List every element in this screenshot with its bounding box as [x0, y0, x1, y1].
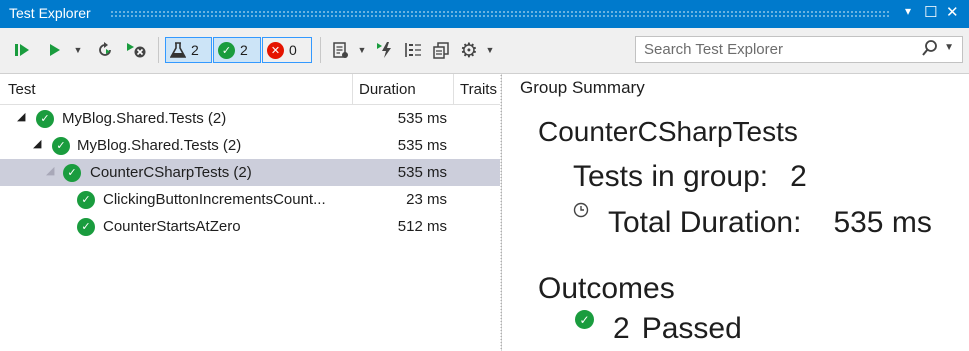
- run-icon: [50, 44, 60, 56]
- passed-icon: ✓: [52, 136, 70, 155]
- group-name: CounterCSharpTests: [538, 116, 798, 147]
- run-dropdown[interactable]: ▼: [72, 38, 84, 62]
- passed-icon: ✓: [36, 109, 54, 128]
- passed-outcome[interactable]: 2 Passed: [613, 312, 742, 346]
- run-all-icon: [15, 44, 29, 56]
- summary-header: Group Summary: [520, 78, 645, 97]
- playlist-button[interactable]: [330, 38, 352, 62]
- total-duration: Total Duration: 535 ms: [608, 206, 932, 240]
- run-tests-after-build-icon: [377, 42, 391, 58]
- chevron-down-icon: ▼: [357, 45, 367, 55]
- tree-row[interactable]: ✓ CounterStartsAtZero 512 ms: [0, 213, 500, 240]
- chevron-down-icon: ▼: [73, 45, 83, 55]
- filter-passed-button[interactable]: ✓ 2: [213, 37, 261, 63]
- expand-triangle-icon[interactable]: ◢: [33, 137, 41, 150]
- passed-icon: ✓: [575, 310, 594, 329]
- maximize-button[interactable]: ☐: [924, 3, 937, 21]
- column-header-test[interactable]: Test: [8, 81, 36, 98]
- passed-icon: ✓: [77, 217, 95, 236]
- toolbar-separator: [320, 37, 321, 63]
- tree-row-name: MyBlog.Shared.Tests (2): [77, 137, 242, 154]
- title-bar: Test Explorer ▾ ☐ ✕: [0, 0, 969, 28]
- tree-row-duration: 535 ms: [397, 110, 447, 127]
- tree-row-duration: 23 ms: [406, 191, 447, 208]
- passed-label: Passed: [641, 312, 742, 345]
- tests-in-group-label: Tests in group:: [573, 160, 769, 193]
- tree-row-name: CounterCSharpTests (2): [90, 164, 252, 181]
- tree-row-name: ClickingButtonIncrementsCount...: [103, 191, 326, 208]
- run-button[interactable]: [44, 38, 66, 62]
- close-button[interactable]: ✕: [946, 3, 959, 21]
- column-headers: Test Duration Traits: [0, 74, 500, 105]
- flask-icon: [170, 41, 186, 58]
- filter-total-count: 2: [191, 42, 199, 58]
- column-separator[interactable]: [453, 74, 454, 104]
- column-header-duration[interactable]: Duration: [359, 81, 416, 98]
- passed-icon: ✓: [77, 190, 95, 209]
- clock-icon: [573, 202, 589, 223]
- cancel-button[interactable]: [124, 38, 150, 62]
- outcomes-heading: Outcomes: [538, 272, 675, 305]
- tests-in-group: Tests in group: 2: [573, 160, 807, 194]
- repeat-run-icon: [99, 42, 111, 56]
- repeat-run-button[interactable]: [94, 38, 116, 62]
- pane-splitter[interactable]: [500, 74, 502, 351]
- tests-in-group-value: 2: [790, 160, 807, 193]
- test-list-pane: Test Duration Traits ◢ ✓ MyBlog.Shared.T…: [0, 74, 500, 351]
- expand-triangle-icon[interactable]: ◢: [17, 110, 25, 123]
- window-title: Test Explorer: [9, 5, 91, 21]
- tree-row-name: MyBlog.Shared.Tests (2): [62, 110, 227, 127]
- filter-total-button[interactable]: 2: [165, 37, 212, 63]
- dropdown-menu-icon[interactable]: ▾: [905, 4, 911, 18]
- passed-count: 2: [613, 312, 630, 345]
- tree-row-duration: 512 ms: [397, 218, 447, 235]
- group-by-button[interactable]: [402, 38, 424, 62]
- column-header-traits[interactable]: Traits: [460, 81, 497, 98]
- search-dropdown-icon[interactable]: ▼: [944, 42, 954, 53]
- column-separator[interactable]: [352, 74, 353, 104]
- toolbar: ▼ 2 ✓ 2 ✕ 0 ▼ ⚙ ▼ ▼: [0, 28, 969, 74]
- tree-row-duration: 535 ms: [397, 137, 447, 154]
- copy-button[interactable]: [430, 38, 452, 62]
- group-summary-pane: Group Summary CounterCSharpTests Tests i…: [505, 74, 969, 351]
- search-input[interactable]: [636, 37, 922, 62]
- run-all-button[interactable]: [12, 38, 34, 62]
- group-by-icon: [405, 43, 421, 57]
- toolbar-separator: [158, 37, 159, 63]
- tree-row-duration: 535 ms: [397, 164, 447, 181]
- tree-row[interactable]: ✓ ClickingButtonIncrementsCount... 23 ms: [0, 186, 500, 213]
- search-box[interactable]: ▼: [635, 36, 963, 63]
- total-duration-label: Total Duration:: [608, 206, 802, 239]
- tree-row-selected[interactable]: ◢ ✓ CounterCSharpTests (2) 535 ms: [0, 159, 500, 186]
- tree-row-name: CounterStartsAtZero: [103, 218, 241, 235]
- settings-button[interactable]: ⚙: [458, 38, 480, 62]
- tree-row[interactable]: ◢ ✓ MyBlog.Shared.Tests (2) 535 ms: [0, 105, 500, 132]
- settings-dropdown[interactable]: ▼: [484, 38, 496, 62]
- tree-row[interactable]: ◢ ✓ MyBlog.Shared.Tests (2) 535 ms: [0, 132, 500, 159]
- playlist-icon: [333, 41, 348, 58]
- filter-passed-count: 2: [240, 42, 248, 58]
- copy-icon: [433, 41, 449, 59]
- filter-failed-count: 0: [289, 42, 297, 58]
- run-tests-after-build-button[interactable]: [374, 38, 396, 62]
- filter-failed-button[interactable]: ✕ 0: [262, 37, 312, 63]
- settings-icon: ⚙: [460, 39, 478, 62]
- passed-icon: ✓: [63, 163, 81, 182]
- total-duration-value: 535 ms: [833, 206, 932, 239]
- expand-triangle-icon[interactable]: ◢: [46, 164, 54, 177]
- cancel-icon: [127, 43, 146, 58]
- chevron-down-icon: ▼: [485, 45, 495, 55]
- check-icon: ✓: [218, 41, 235, 59]
- playlist-dropdown[interactable]: ▼: [356, 38, 368, 62]
- title-grip[interactable]: [110, 10, 891, 17]
- search-icon[interactable]: [922, 39, 938, 62]
- error-icon: ✕: [267, 41, 284, 59]
